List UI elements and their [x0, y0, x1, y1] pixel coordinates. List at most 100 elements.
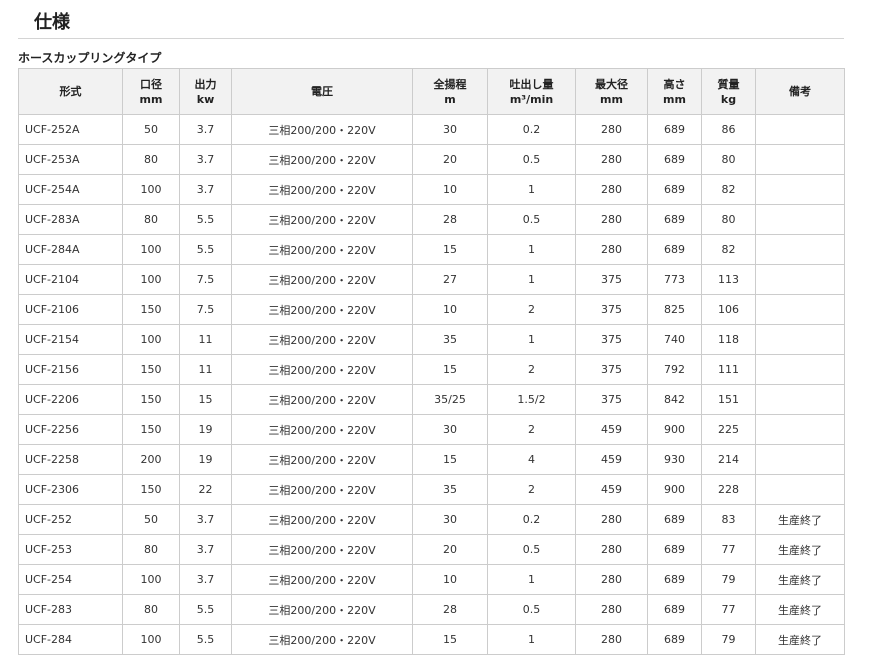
cell-remarks [755, 294, 845, 325]
cell-total-head: 28 [412, 594, 488, 625]
cell-voltage: 三相200/200・220V [231, 294, 413, 325]
cell-output: 3.7 [179, 114, 232, 145]
cell-output: 15 [179, 384, 232, 415]
cell-mass: 82 [701, 234, 756, 265]
cell-height: 740 [647, 324, 702, 355]
cell-height: 825 [647, 294, 702, 325]
table-row: UCF-2156 150 11 三相200/200・220V 15 2 375 792 111 [18, 354, 845, 385]
cell-output: 3.7 [179, 174, 232, 205]
header-voltage: 電圧 [231, 68, 413, 115]
cell-remarks: 生産終了 [755, 504, 845, 535]
header-total-head: 全揚程 m [412, 68, 488, 115]
cell-max-diameter: 280 [575, 594, 648, 625]
cell-height: 792 [647, 354, 702, 385]
cell-max-diameter: 375 [575, 294, 648, 325]
cell-voltage: 三相200/200・220V [231, 474, 413, 505]
table-row: UCF-254 100 3.7 三相200/200・220V 10 1 280 689 79 生産… [18, 564, 845, 595]
cell-mass: 79 [701, 624, 756, 655]
header-model: 形式 [18, 68, 123, 115]
cell-remarks: 生産終了 [755, 624, 845, 655]
cell-max-diameter: 459 [575, 474, 648, 505]
cell-mass: 151 [701, 384, 756, 415]
cell-remarks: 生産終了 [755, 564, 845, 595]
cell-discharge: 0.5 [487, 204, 576, 235]
cell-bore: 100 [122, 624, 180, 655]
header-remarks: 備考 [755, 68, 845, 115]
cell-mass: 111 [701, 354, 756, 385]
cell-voltage: 三相200/200・220V [231, 354, 413, 385]
cell-max-diameter: 375 [575, 264, 648, 295]
cell-max-diameter: 459 [575, 444, 648, 475]
cell-total-head: 30 [412, 114, 488, 145]
cell-discharge: 0.2 [487, 504, 576, 535]
cell-voltage: 三相200/200・220V [231, 384, 413, 415]
cell-max-diameter: 375 [575, 384, 648, 415]
table-body: UCF-252A 50 3.7 三相200/200・220V 30 0.2 280 689 86… [18, 114, 845, 655]
cell-discharge: 1 [487, 264, 576, 295]
cell-total-head: 15 [412, 354, 488, 385]
cell-model: UCF-252A [18, 114, 123, 145]
cell-remarks [755, 204, 845, 235]
cell-output: 7.5 [179, 264, 232, 295]
cell-mass: 113 [701, 264, 756, 295]
cell-bore: 150 [122, 384, 180, 415]
cell-model: UCF-2306 [18, 474, 123, 505]
cell-model: UCF-283A [18, 204, 123, 235]
cell-output: 11 [179, 354, 232, 385]
cell-total-head: 10 [412, 294, 488, 325]
cell-output: 3.7 [179, 144, 232, 175]
cell-voltage: 三相200/200・220V [231, 234, 413, 265]
cell-height: 842 [647, 384, 702, 415]
table-row: UCF-252 50 3.7 三相200/200・220V 30 0.2 280 689 83 生… [18, 504, 845, 535]
title-divider [18, 38, 844, 39]
cell-model: UCF-253 [18, 534, 123, 565]
table-header-row: 形式 口径 mm 出力 kw 電圧 全揚程 m 吐出し量 m³/min 最大径 mm 高さ… [18, 68, 845, 115]
cell-height: 689 [647, 234, 702, 265]
cell-total-head: 15 [412, 444, 488, 475]
cell-model: UCF-2156 [18, 354, 123, 385]
cell-mass: 228 [701, 474, 756, 505]
cell-remarks [755, 384, 845, 415]
cell-model: UCF-254 [18, 564, 123, 595]
cell-total-head: 35 [412, 324, 488, 355]
cell-mass: 225 [701, 414, 756, 445]
cell-model: UCF-2206 [18, 384, 123, 415]
table-row: UCF-2258 200 19 三相200/200・220V 15 4 459 930 214 [18, 444, 845, 475]
cell-height: 689 [647, 624, 702, 655]
table-row: UCF-2306 150 22 三相200/200・220V 35 2 459 900 228 [18, 474, 845, 505]
cell-voltage: 三相200/200・220V [231, 534, 413, 565]
cell-max-diameter: 280 [575, 564, 648, 595]
table-row: UCF-283 80 5.5 三相200/200・220V 28 0.5 280 689 77 生… [18, 594, 845, 625]
cell-max-diameter: 280 [575, 114, 648, 145]
cell-height: 930 [647, 444, 702, 475]
cell-voltage: 三相200/200・220V [231, 444, 413, 475]
cell-bore: 150 [122, 414, 180, 445]
cell-height: 689 [647, 594, 702, 625]
cell-model: UCF-284 [18, 624, 123, 655]
cell-remarks [755, 354, 845, 385]
spec-table: 形式 口径 mm 出力 kw 電圧 全揚程 m 吐出し量 m³/min 最大径 mm 高さ… [18, 68, 845, 655]
cell-mass: 106 [701, 294, 756, 325]
cell-total-head: 15 [412, 624, 488, 655]
cell-voltage: 三相200/200・220V [231, 414, 413, 445]
cell-total-head: 28 [412, 204, 488, 235]
cell-discharge: 2 [487, 294, 576, 325]
cell-mass: 77 [701, 594, 756, 625]
cell-output: 3.7 [179, 504, 232, 535]
cell-remarks [755, 414, 845, 445]
cell-output: 11 [179, 324, 232, 355]
cell-mass: 79 [701, 564, 756, 595]
cell-mass: 86 [701, 114, 756, 145]
cell-remarks [755, 114, 845, 145]
cell-model: UCF-252 [18, 504, 123, 535]
cell-max-diameter: 280 [575, 504, 648, 535]
cell-model: UCF-2104 [18, 264, 123, 295]
cell-total-head: 30 [412, 504, 488, 535]
cell-voltage: 三相200/200・220V [231, 594, 413, 625]
table-row: UCF-2256 150 19 三相200/200・220V 30 2 459 900 225 [18, 414, 845, 445]
cell-mass: 83 [701, 504, 756, 535]
cell-model: UCF-2106 [18, 294, 123, 325]
cell-total-head: 30 [412, 414, 488, 445]
cell-bore: 150 [122, 474, 180, 505]
cell-bore: 80 [122, 594, 180, 625]
